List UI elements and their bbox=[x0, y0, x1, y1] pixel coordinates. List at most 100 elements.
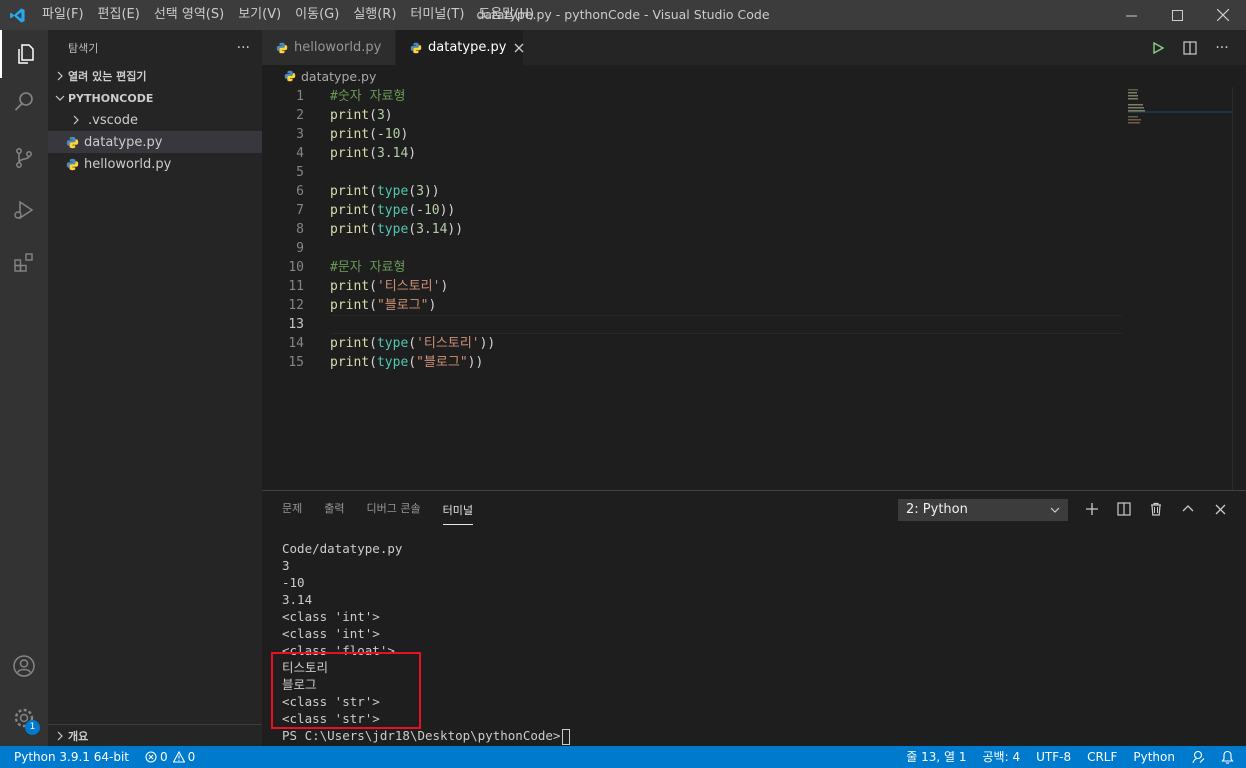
terminal-select[interactable]: 2: Python bbox=[898, 499, 1068, 521]
close-panel-icon[interactable] bbox=[1204, 497, 1236, 521]
tree-item-vscode[interactable]: .vscode bbox=[48, 109, 262, 131]
code-line[interactable]: 11 print('티스토리') bbox=[262, 277, 1122, 296]
code-token: ( bbox=[369, 146, 377, 161]
search-icon[interactable] bbox=[0, 78, 48, 126]
cursor-position[interactable]: 줄 13, 열 1 bbox=[898, 746, 974, 768]
code-editor[interactable]: 1 #숫자 자료형 2 print(3) 3 print(-10) 4 print(3.14)… bbox=[262, 87, 1246, 490]
open-editors-section[interactable]: 열려 있는 편집기 bbox=[48, 65, 262, 87]
tab-label: helloworld.py bbox=[294, 40, 382, 55]
code-token: print bbox=[330, 146, 370, 161]
close-tab-icon[interactable] bbox=[514, 43, 524, 53]
code-line[interactable]: 8 print(type(3.14)) bbox=[262, 220, 1122, 239]
code-line[interactable]: 2 print(3) bbox=[262, 106, 1122, 125]
code-line[interactable]: 14 print(type('티스토리')) bbox=[262, 334, 1122, 353]
python-file-icon bbox=[410, 42, 422, 54]
minimap[interactable] bbox=[1128, 87, 1232, 127]
settings-gear-icon[interactable]: 1 bbox=[0, 694, 48, 742]
chevron-right-icon bbox=[52, 71, 68, 81]
panel-tab[interactable]: 문제 bbox=[282, 491, 302, 527]
menu-item[interactable]: 파일(F) bbox=[35, 0, 91, 30]
code-token: ( bbox=[408, 336, 417, 351]
code-line[interactable]: 3 print(-10) bbox=[262, 125, 1122, 144]
python-interpreter[interactable]: Python 3.9.1 64-bit bbox=[0, 746, 137, 768]
feedback-icon[interactable] bbox=[1183, 746, 1213, 768]
code-token: type bbox=[376, 203, 409, 218]
code-line[interactable]: 12 print("블로그") bbox=[262, 296, 1122, 315]
tree-item-datatype[interactable]: datatype.py bbox=[48, 131, 262, 153]
menu-item[interactable]: 선택 영역(S) bbox=[147, 0, 231, 30]
code-line[interactable]: 6 print(type(3)) bbox=[262, 182, 1122, 201]
problems-indicator[interactable]: 0 0 bbox=[137, 746, 203, 768]
python-file-icon bbox=[64, 156, 80, 172]
code-token: #숫자 자료형 bbox=[330, 89, 406, 104]
tree-item-helloworld[interactable]: helloworld.py bbox=[48, 153, 262, 175]
code-token: type bbox=[376, 355, 409, 370]
minimize-button[interactable] bbox=[1108, 0, 1154, 30]
code-line[interactable]: 9 bbox=[262, 239, 1122, 258]
outline-section[interactable]: 개요 bbox=[48, 724, 262, 746]
folder-label: PYTHONCODE bbox=[68, 91, 154, 105]
line-number: 2 bbox=[296, 108, 304, 123]
end-of-line[interactable]: CRLF bbox=[1079, 746, 1125, 768]
source-control-icon[interactable] bbox=[0, 134, 48, 182]
tree-item-label: datatype.py bbox=[84, 134, 163, 150]
terminal-prompt[interactable]: PS C:\Users\jdr18\Desktop\pythonCode> bbox=[282, 727, 571, 745]
extensions-icon[interactable] bbox=[0, 238, 48, 286]
code-token: print bbox=[330, 336, 370, 351]
code-text: print(type(3)) bbox=[330, 182, 440, 201]
more-actions-button[interactable]: ··· bbox=[237, 40, 250, 56]
line-number: 9 bbox=[296, 241, 304, 256]
code-line[interactable]: 5 bbox=[262, 163, 1122, 182]
maximize-button[interactable] bbox=[1154, 0, 1200, 30]
menu-item[interactable]: 실행(R) bbox=[346, 0, 403, 30]
new-terminal-icon[interactable] bbox=[1076, 497, 1108, 521]
tab-helloworld[interactable]: helloworld.py bbox=[262, 30, 396, 65]
code-text: print(type(-10)) bbox=[330, 201, 455, 220]
code-token: print bbox=[330, 279, 370, 294]
explorer-icon[interactable] bbox=[0, 30, 48, 78]
panel-tab[interactable]: 출력 bbox=[324, 491, 344, 527]
folder-section[interactable]: PYTHONCODE bbox=[48, 87, 262, 109]
terminal-line: <class 'int'> bbox=[282, 609, 380, 624]
menu-item[interactable]: 터미널(T) bbox=[403, 0, 471, 30]
menu-item[interactable]: 편집(E) bbox=[91, 0, 147, 30]
code-line[interactable]: 7 print(type(-10)) bbox=[262, 201, 1122, 220]
breadcrumb[interactable]: datatype.py bbox=[262, 65, 376, 87]
code-line[interactable]: 13 bbox=[262, 315, 1122, 334]
code-token: (- bbox=[408, 203, 424, 218]
panel-tab[interactable]: 터미널 bbox=[442, 493, 473, 525]
close-window-button[interactable] bbox=[1200, 0, 1246, 30]
encoding[interactable]: UTF-8 bbox=[1028, 746, 1079, 768]
tab-datatype[interactable]: datatype.py bbox=[396, 30, 524, 65]
line-number: 6 bbox=[296, 184, 304, 199]
prompt-text: PS C:\Users\jdr18\Desktop\pythonCode> bbox=[282, 728, 561, 743]
editor-actions: ··· bbox=[1142, 30, 1246, 65]
menu-item[interactable]: 이동(G) bbox=[288, 0, 346, 30]
language-mode[interactable]: Python bbox=[1125, 746, 1183, 768]
panel-tab[interactable]: 디버그 콘솔 bbox=[367, 491, 421, 527]
account-icon[interactable] bbox=[0, 642, 48, 690]
code-line[interactable]: 1 #숫자 자료형 bbox=[262, 87, 1122, 106]
code-line[interactable]: 10 #문자 자료형 bbox=[262, 258, 1122, 277]
menu-item[interactable]: 도움말(H) bbox=[471, 0, 541, 30]
code-line[interactable]: 15 print(type("블로그")) bbox=[262, 353, 1122, 372]
maximize-panel-icon[interactable] bbox=[1172, 497, 1204, 521]
code-text: #숫자 자료형 bbox=[330, 87, 405, 106]
notifications-bell-icon[interactable] bbox=[1213, 746, 1246, 768]
trash-icon[interactable] bbox=[1140, 497, 1172, 521]
warning-count: 0 bbox=[187, 750, 196, 764]
code-line[interactable]: 4 print(3.14) bbox=[262, 144, 1122, 163]
indentation[interactable]: 공백: 4 bbox=[975, 746, 1029, 768]
editor-scrollbar[interactable] bbox=[1232, 87, 1246, 490]
code-token: type bbox=[376, 222, 409, 237]
menu-bar: 파일(F) 편집(E) 선택 영역(S) 보기(V) 이동(G) 실행(R) 터미널(T) 도… bbox=[35, 0, 541, 30]
run-debug-icon[interactable] bbox=[0, 186, 48, 234]
code-text: #문자 자료형 bbox=[330, 258, 405, 277]
menu-item[interactable]: 보기(V) bbox=[231, 0, 288, 30]
more-actions-icon[interactable]: ··· bbox=[1206, 30, 1238, 65]
code-text: print(type('티스토리')) bbox=[330, 334, 495, 353]
code-token: '티스토리' bbox=[416, 336, 480, 351]
split-editor-icon[interactable] bbox=[1174, 30, 1206, 65]
run-file-icon[interactable] bbox=[1142, 30, 1174, 65]
split-terminal-icon[interactable] bbox=[1108, 497, 1140, 521]
